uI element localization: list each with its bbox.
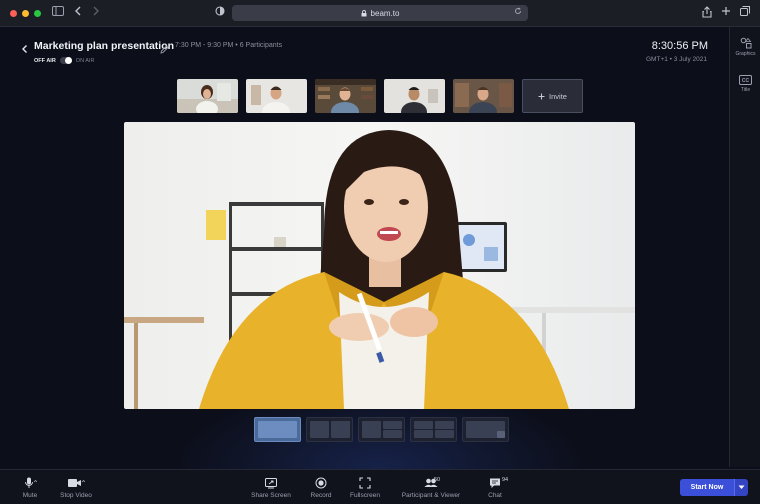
new-tab-icon[interactable]: [721, 6, 731, 20]
back-arrow-icon[interactable]: [20, 41, 30, 53]
layout-option-three[interactable]: [358, 417, 405, 442]
stop-video-label: Stop Video: [60, 492, 92, 499]
main-video-feed[interactable]: [124, 122, 635, 409]
svg-text:CC: CC: [742, 78, 750, 84]
chat-label: Chat: [488, 492, 502, 499]
plus-icon: [538, 93, 545, 99]
layout-option-pip[interactable]: [462, 417, 509, 442]
participant-thumbnail[interactable]: [177, 79, 238, 113]
participant-thumbnail[interactable]: [246, 79, 307, 113]
lock-icon: [361, 9, 367, 16]
participant-viewer-button[interactable]: 50 Participant & Viewer: [396, 477, 466, 499]
right-sidebar: Graphics CC Title: [729, 27, 760, 467]
chevron-down-icon: [738, 485, 745, 489]
participant-man-avatar: [315, 79, 376, 113]
window-controls: [10, 10, 41, 17]
bottom-toolbar: Mute Stop Video Share Screen Record Full…: [0, 469, 760, 504]
graphics-icon: [740, 37, 751, 49]
browser-toolbar: beam.to: [0, 0, 760, 27]
participant-thumbnail[interactable]: [384, 79, 445, 113]
participant-man-avatar: [246, 79, 307, 113]
tab-overview-icon[interactable]: [740, 6, 750, 20]
share-icon[interactable]: [702, 6, 712, 22]
minimize-window-button[interactable]: [22, 10, 29, 17]
timezone-date: GMT+1 • 3 July 2021: [646, 56, 707, 63]
url-text: beam.to: [370, 8, 400, 18]
mute-label: Mute: [22, 492, 38, 499]
share-screen-icon: [265, 478, 277, 489]
clock: 8:30:56 PM: [651, 40, 708, 52]
participant-man-avatar: [453, 79, 514, 113]
participant-man-avatar: [384, 79, 445, 113]
fullscreen-icon: [359, 477, 371, 489]
sidebar-item-label: Title: [740, 87, 751, 93]
participant-viewer-label: Participant & Viewer: [401, 492, 461, 499]
pencil-icon[interactable]: [160, 41, 169, 54]
presenter-video-image: [124, 122, 635, 409]
session-meta: 7:30 PM - 9:30 PM • 6 Participants: [175, 42, 283, 49]
chat-bubble-icon: [490, 478, 500, 488]
page-title: Marketing plan presentation: [34, 40, 175, 52]
sidebar-item-label: Graphics: [735, 51, 756, 57]
record-label: Record: [310, 492, 332, 499]
sidebar-item-title[interactable]: CC Title: [730, 75, 760, 93]
address-bar[interactable]: beam.to: [232, 5, 528, 21]
microphone-icon: [25, 477, 37, 488]
participant-thumbnail[interactable]: [315, 79, 376, 113]
layout-selector: [254, 417, 509, 442]
layout-option-single[interactable]: [254, 417, 301, 442]
zoom-window-button[interactable]: [34, 10, 41, 17]
video-camera-icon: [68, 479, 85, 487]
cc-icon: CC: [739, 75, 752, 85]
start-now-button[interactable]: Start Now: [680, 479, 734, 496]
close-window-button[interactable]: [10, 10, 17, 17]
air-status: OFF AIR ON AIR: [34, 57, 94, 64]
participant-woman-avatar: [177, 79, 238, 113]
forward-nav-icon[interactable]: [92, 6, 100, 20]
on-air-label: ON AIR: [75, 57, 95, 64]
layout-option-grid[interactable]: [410, 417, 457, 442]
stop-video-button[interactable]: Stop Video: [56, 477, 96, 499]
start-now-group: Start Now: [680, 479, 748, 496]
chat-button[interactable]: 94 Chat: [484, 477, 509, 499]
off-air-label: OFF AIR: [34, 57, 56, 64]
back-nav-icon[interactable]: [74, 6, 82, 20]
record-icon: [315, 477, 327, 489]
share-screen-label: Share Screen: [251, 492, 291, 499]
sidebar-toggle-icon[interactable]: [52, 6, 64, 20]
privacy-shield-icon[interactable]: [215, 6, 225, 20]
sidebar-item-graphics[interactable]: Graphics: [730, 37, 760, 57]
record-button[interactable]: Record: [307, 477, 335, 499]
reload-icon[interactable]: [514, 7, 522, 17]
air-toggle[interactable]: [59, 57, 72, 64]
invite-button[interactable]: Invite: [522, 79, 583, 113]
broadcast-studio: Marketing plan presentation 7:30 PM - 9:…: [0, 27, 760, 504]
fullscreen-button[interactable]: Fullscreen: [347, 477, 383, 499]
participant-thumbnail[interactable]: [453, 79, 514, 113]
start-options-dropdown[interactable]: [734, 479, 748, 496]
layout-option-two[interactable]: [306, 417, 353, 442]
mute-button[interactable]: Mute: [16, 477, 44, 499]
invite-label: Invite: [549, 91, 567, 101]
participant-strip: Invite: [177, 79, 583, 113]
chat-count-badge: 94: [502, 477, 509, 483]
fullscreen-label: Fullscreen: [350, 492, 380, 499]
participant-count-badge: 50: [434, 477, 441, 483]
share-screen-button[interactable]: Share Screen: [249, 477, 293, 499]
